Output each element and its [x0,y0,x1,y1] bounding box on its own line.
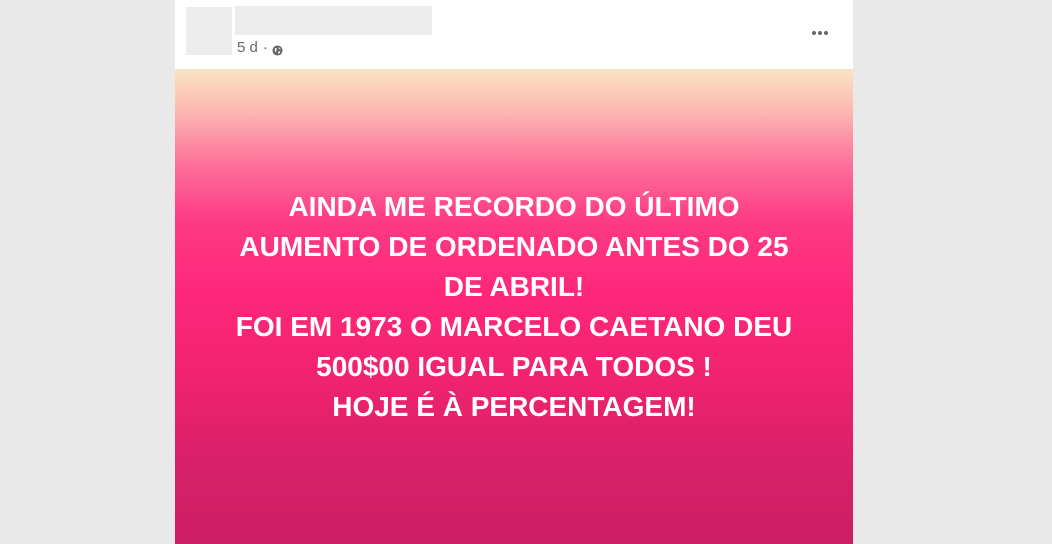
more-horizontal-icon [811,23,829,41]
globe-icon[interactable] [272,43,283,56]
post-meta: 5 d · [237,37,283,57]
post-text: AINDA ME RECORDO DO ÚLTIMO AUMENTO DE OR… [235,191,793,422]
meta-separator: · [262,38,268,56]
post-background-text[interactable]: AINDA ME RECORDO DO ÚLTIMO AUMENTO DE OR… [175,70,853,544]
more-options-button[interactable] [802,18,838,46]
post-card: 5 d · AINDA ME RECORDO DO ÚLTIMO AUMENTO… [175,0,853,544]
avatar[interactable] [186,7,232,55]
author-name-redacted[interactable] [235,6,432,35]
post-timestamp[interactable]: 5 d [237,39,258,56]
post-header: 5 d · [175,0,853,70]
